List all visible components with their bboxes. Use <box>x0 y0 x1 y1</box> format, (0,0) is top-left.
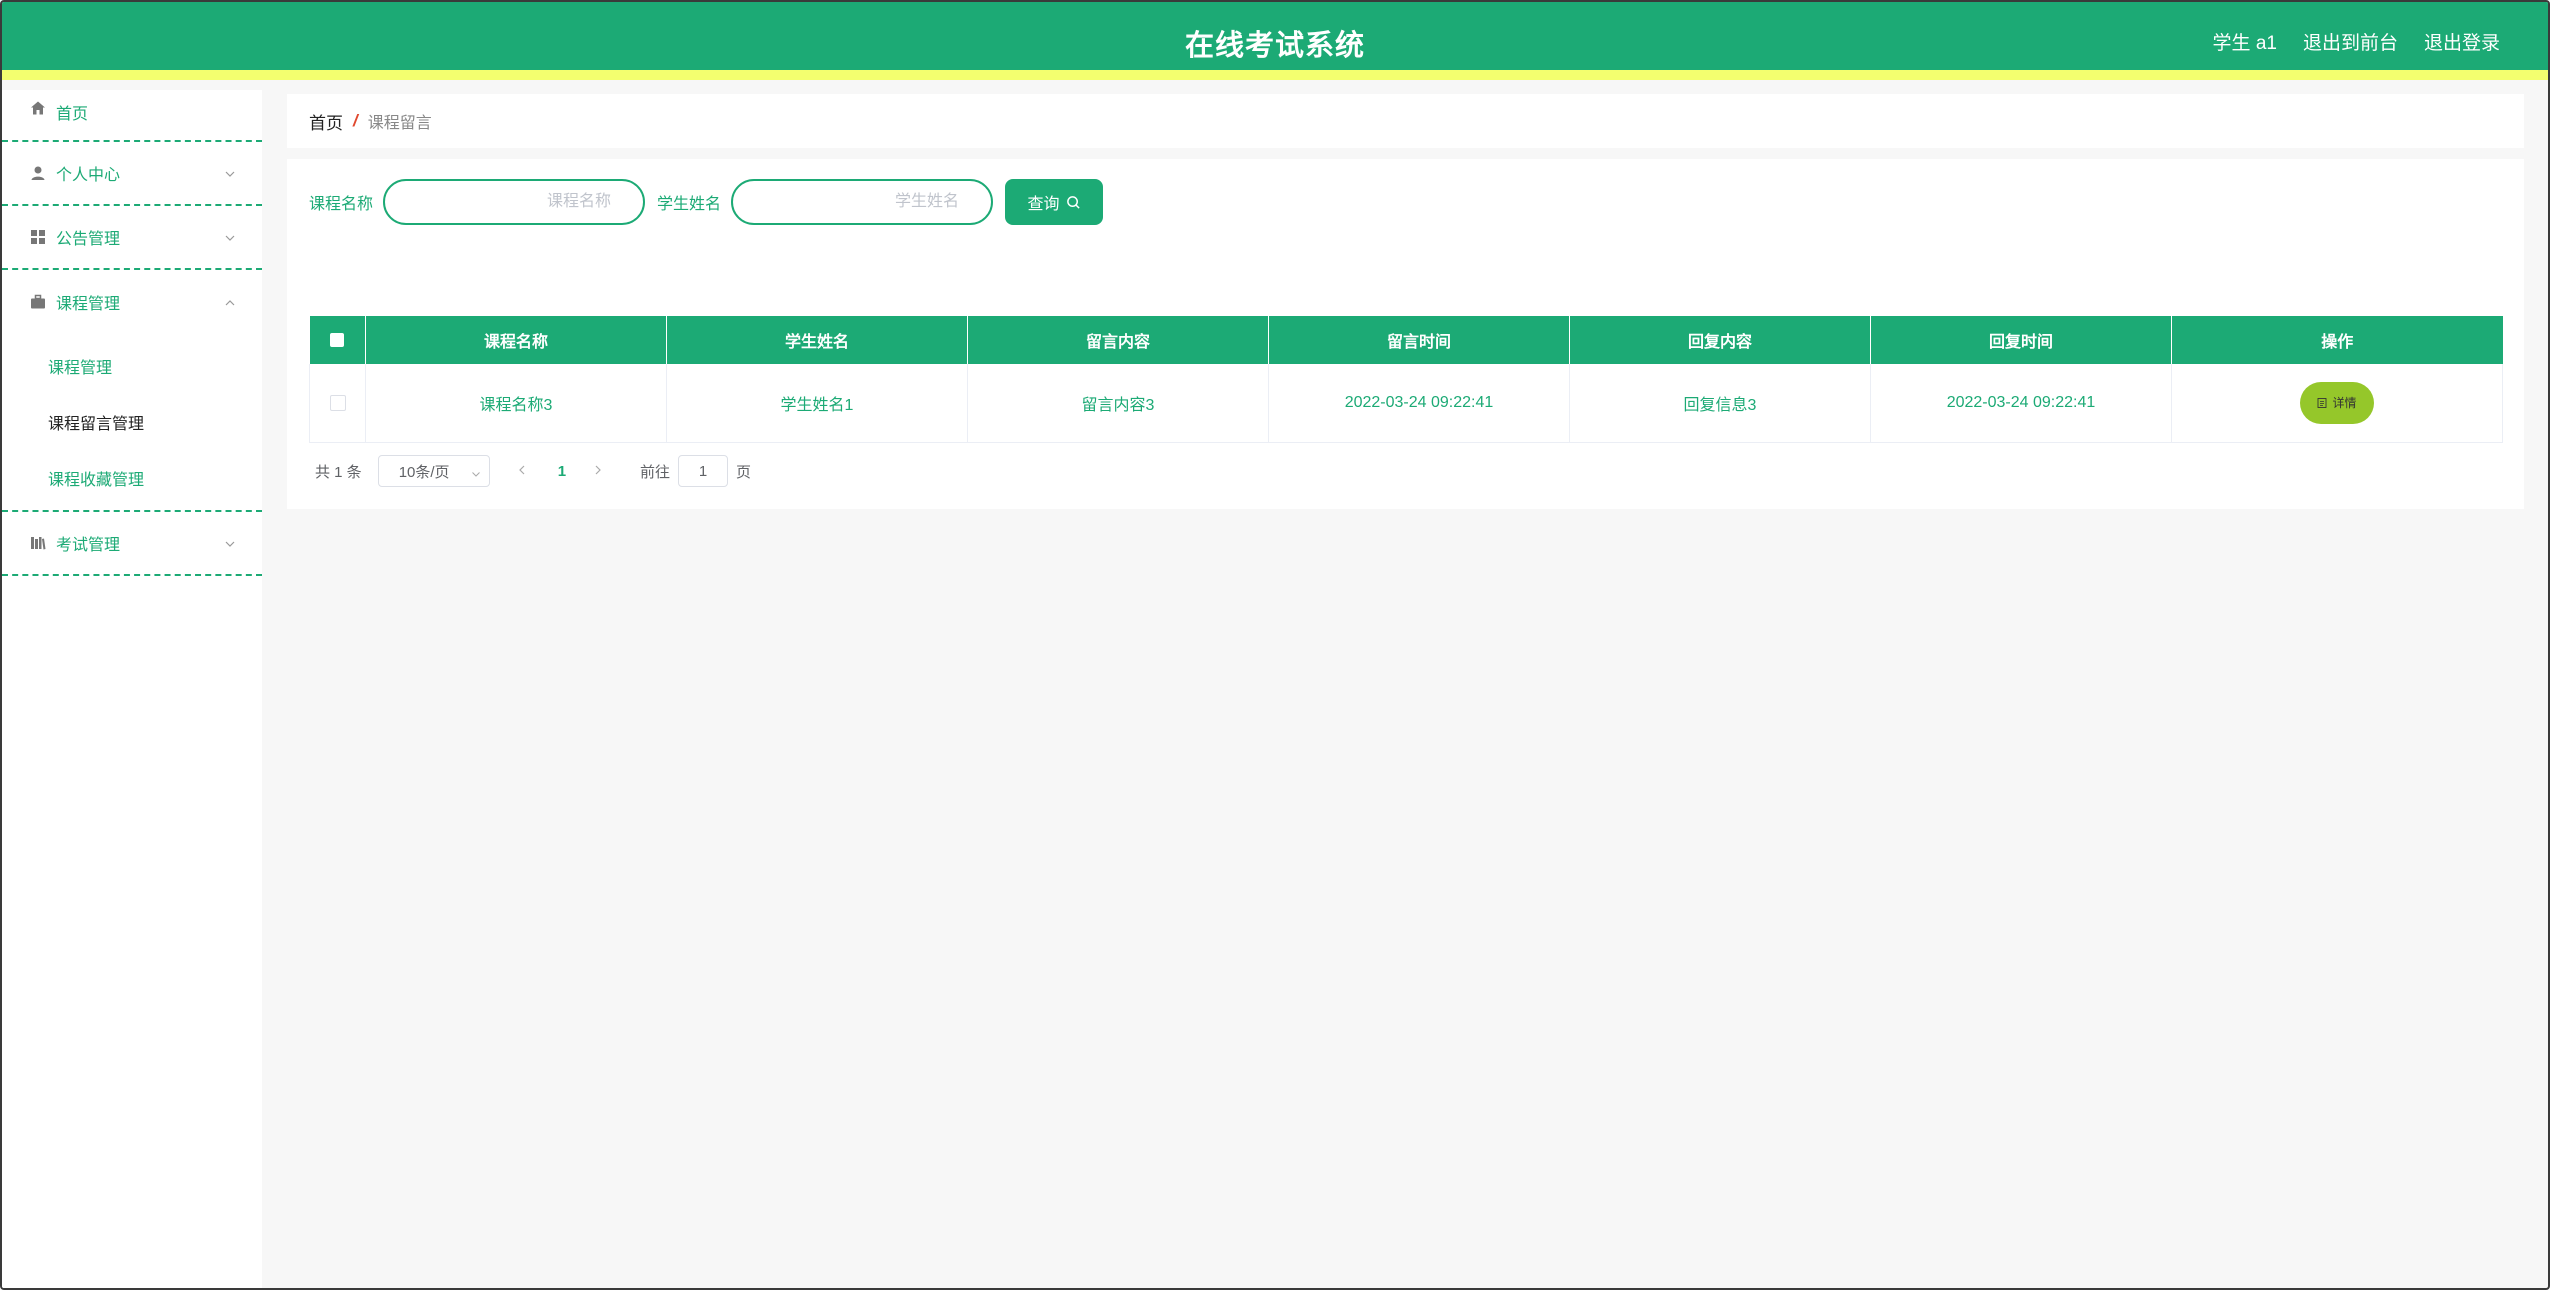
briefcase-icon <box>30 294 46 310</box>
course-name-input[interactable] <box>383 179 646 225</box>
row-select-cell <box>309 364 366 443</box>
sidebar-item-label: 课程管理 <box>56 296 121 313</box>
detail-button-label: 详情 <box>2332 396 2357 411</box>
document-icon <box>2317 397 2327 408</box>
next-page-button[interactable] <box>592 464 606 478</box>
main-panel: 课程名称 学生姓名 查询 <box>287 159 2524 509</box>
chevron-down-icon <box>224 167 236 179</box>
header-links: 学生 a1 退出到前台 退出登录 <box>2213 28 2500 55</box>
chevron-up-icon <box>224 296 236 308</box>
user-icon <box>30 165 46 181</box>
chevron-down-icon <box>224 537 236 549</box>
page-number-current[interactable]: 1 <box>558 463 566 480</box>
select-all-cell <box>309 316 366 364</box>
goto-label: 前往 <box>640 463 671 481</box>
sidebar-item-personal-center[interactable]: 个人中心 <box>2 142 262 206</box>
column-header[interactable]: 留言时间 <box>1268 316 1570 364</box>
sidebar-item-announcements[interactable]: 公告管理 <box>2 206 262 270</box>
column-header[interactable]: 回复内容 <box>1569 316 1871 364</box>
message-table: 课程名称 学生姓名 留言内容 留言时间 回复内容 回复时间 操作 课程名称3 学… <box>309 316 2503 443</box>
sidebar: 首页 个人中心 公告管理 课程管理 课程管理 课程留言管理 课程收藏管理 考试管… <box>2 90 262 1288</box>
cell-actions: 详情 <box>2171 364 2503 443</box>
goto-page-input[interactable] <box>678 455 729 487</box>
search-row: 课程名称 学生姓名 查询 <box>309 179 1104 225</box>
page-suffix: 页 <box>736 463 752 481</box>
column-header[interactable]: 学生姓名 <box>666 316 968 364</box>
app-title: 在线考试系统 <box>1184 30 1365 62</box>
sidebar-item-label: 考试管理 <box>56 537 121 554</box>
cell-message-time: 2022-03-24 09:22:41 <box>1268 364 1570 443</box>
sidebar-item-exam-management[interactable]: 考试管理 <box>2 512 262 576</box>
submenu-item-course-messages[interactable]: 课程留言管理 <box>2 394 262 450</box>
home-icon <box>30 100 46 116</box>
breadcrumb: 首页 / 课程留言 <box>287 94 2524 148</box>
column-header[interactable]: 课程名称 <box>365 316 667 364</box>
chevron-left-icon <box>518 465 525 475</box>
pagination: 共 1 条 10条/页 1 前往 页 <box>315 455 751 487</box>
course-name-label: 课程名称 <box>309 196 374 213</box>
student-name-label: 学生姓名 <box>657 196 722 213</box>
page-size-value: 10条/页 <box>398 463 450 481</box>
table-header-row: 课程名称 学生姓名 留言内容 留言时间 回复内容 回复时间 操作 <box>309 316 2503 364</box>
user-label[interactable]: 学生 a1 <box>2213 28 2277 55</box>
cell-message-content: 留言内容3 <box>967 364 1269 443</box>
column-header[interactable]: 回复时间 <box>1870 316 2172 364</box>
breadcrumb-current: 课程留言 <box>367 115 432 132</box>
query-button[interactable]: 查询 <box>1005 179 1104 225</box>
grid-icon <box>30 229 46 245</box>
sidebar-item-home[interactable]: 首页 <box>2 90 262 142</box>
sidebar-item-label: 首页 <box>56 106 89 123</box>
student-name-input[interactable] <box>731 179 994 225</box>
chevron-down-icon <box>224 231 236 243</box>
sidebar-item-label: 公告管理 <box>56 231 121 248</box>
breadcrumb-separator: / <box>353 111 358 130</box>
library-icon <box>30 535 46 551</box>
app-window: 在线考试系统 学生 a1 退出到前台 退出登录 首页 个人中心 公告管理 课程管… <box>0 0 2550 1290</box>
column-header: 操作 <box>2171 316 2503 364</box>
cell-reply-time: 2022-03-24 09:22:41 <box>1870 364 2172 443</box>
select-all-checkbox[interactable] <box>330 332 345 347</box>
chevron-down-icon <box>471 466 481 477</box>
cell-reply-content: 回复信息3 <box>1569 364 1871 443</box>
submenu-item-course-favorites[interactable]: 课程收藏管理 <box>2 450 262 506</box>
course-submenu: 课程管理 课程留言管理 课程收藏管理 <box>2 334 262 512</box>
exit-to-front-link[interactable]: 退出到前台 <box>2303 28 2398 55</box>
prev-page-button[interactable] <box>516 464 530 478</box>
total-count: 共 1 条 <box>315 463 362 481</box>
cell-course-name: 课程名称3 <box>365 364 667 443</box>
breadcrumb-home[interactable]: 首页 <box>309 109 343 134</box>
sidebar-item-label: 个人中心 <box>56 167 121 184</box>
sidebar-item-course-management[interactable]: 课程管理 <box>2 270 262 334</box>
column-header[interactable]: 留言内容 <box>967 316 1269 364</box>
logout-link[interactable]: 退出登录 <box>2424 28 2500 55</box>
search-icon <box>1066 195 1081 210</box>
cell-student-name: 学生姓名1 <box>666 364 968 443</box>
query-button-label: 查询 <box>1027 196 1060 213</box>
submenu-item-course-management[interactable]: 课程管理 <box>2 338 262 394</box>
table-row: 课程名称3 学生姓名1 留言内容3 2022-03-24 09:22:41 回复… <box>309 364 2503 443</box>
top-header: 在线考试系统 学生 a1 退出到前台 退出登录 <box>2 2 2548 80</box>
row-checkbox[interactable] <box>329 394 346 411</box>
page-size-select[interactable]: 10条/页 <box>377 455 490 487</box>
chevron-right-icon <box>595 465 601 475</box>
detail-button[interactable]: 详情 <box>2300 381 2374 424</box>
